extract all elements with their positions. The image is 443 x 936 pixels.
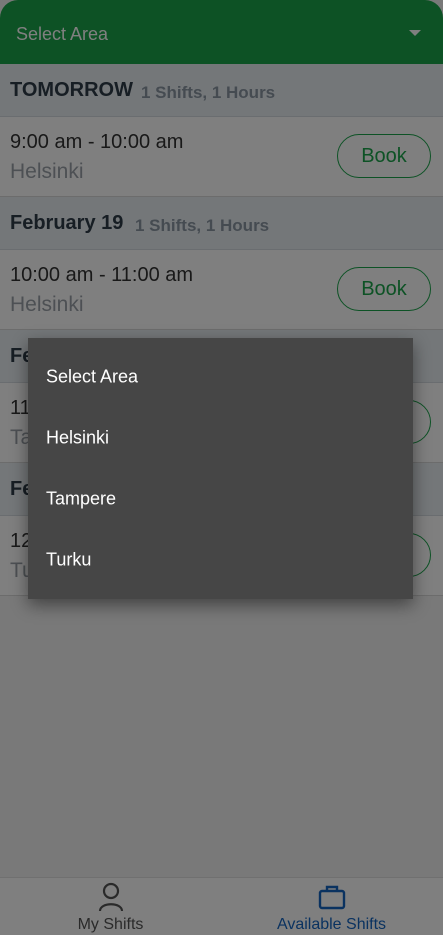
menu-item-label: Turku [46,549,92,570]
menu-item-label: Tampere [46,488,117,509]
menu-item-label: Helsinki [46,427,110,448]
menu-item-turku[interactable]: Turku [28,530,413,591]
menu-item-select-area[interactable]: Select Area [28,347,413,408]
area-dropdown-menu: Select Area Helsinki Tampere Turku [28,338,413,599]
menu-item-tampere[interactable]: Tampere [28,469,413,530]
menu-item-helsinki[interactable]: Helsinki [28,408,413,469]
app-root: Select Area TOMORROW 1 Shifts, 1 Hours 9… [0,0,443,936]
menu-item-label: Select Area [46,366,139,387]
